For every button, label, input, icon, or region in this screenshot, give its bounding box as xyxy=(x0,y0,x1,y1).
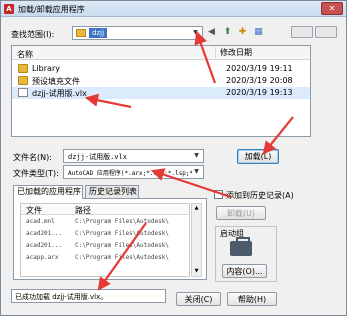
filename-value: dzjj-试用版.vlx xyxy=(68,153,127,161)
table-row[interactable]: acad.mnl C:\Program Files\Autodesk\ xyxy=(21,216,189,228)
status-field: 已成功加载 dzjj-试用版.vlx。 xyxy=(11,289,166,303)
close-button[interactable]: 关闭(C) xyxy=(176,292,221,306)
status-text: 已成功加载 dzjj-试用版.vlx。 xyxy=(15,293,108,301)
window-close-button[interactable]: ✕ xyxy=(321,2,343,15)
chevron-down-icon[interactable]: ▼ xyxy=(191,151,202,161)
app-path: C:\Program Files\Autodesk\ xyxy=(75,230,169,237)
loaded-apps-table[interactable]: 文件 路径 acad.mnl C:\Program Files\Autodesk… xyxy=(20,203,190,277)
apps-table-header: 文件 路径 xyxy=(21,204,189,215)
apps-scrollbar[interactable]: ▲ ▼ xyxy=(191,203,202,277)
col-date-header[interactable]: 修改日期 xyxy=(215,47,252,58)
folder-icon xyxy=(18,76,28,85)
filetype-label: 文件类型(T): xyxy=(13,169,59,178)
col-path-header[interactable]: 路径 xyxy=(75,205,91,216)
filetype-value: AutoCAD 应用程序(*.arx;*.crx;*.lsp;* xyxy=(68,170,192,177)
folder-icon xyxy=(18,64,28,73)
vlx-file-icon xyxy=(18,88,28,97)
filetype-select[interactable]: AutoCAD 应用程序(*.arx;*.crx;*.lsp;* ▼ xyxy=(63,165,204,179)
table-row[interactable]: acad201... C:\Program Files\Autodesk\ xyxy=(21,240,189,252)
load-unload-dialog: A 加载/卸载应用程序 ✕ 查找范围(I): dzjj ▼ ◀ ⬆ ✚ ▦ 名称… xyxy=(0,0,347,316)
back-icon[interactable]: ◀ xyxy=(205,26,218,39)
app-file: acad.mnl xyxy=(26,218,55,225)
file-list[interactable]: 名称 修改日期 Library 2020/3/19 19:11 预设填充文件 2… xyxy=(11,45,311,137)
scroll-down-icon[interactable]: ▼ xyxy=(192,267,201,276)
new-folder-icon[interactable]: ✚ xyxy=(236,26,249,39)
file-date: 2020/3/19 20:08 xyxy=(226,76,293,85)
up-folder-icon[interactable]: ⬆ xyxy=(221,26,234,39)
view-menu-icon[interactable]: ▦ xyxy=(252,26,265,39)
window-title: 加载/卸载应用程序 xyxy=(18,5,85,14)
lookin-label: 查找范围(I): xyxy=(11,30,55,39)
file-name: Library xyxy=(32,64,60,73)
file-name: 预设填充文件 xyxy=(32,77,80,86)
chevron-down-icon[interactable]: ▼ xyxy=(191,167,202,177)
briefcase-icon xyxy=(230,237,252,256)
lookin-combo[interactable]: dzjj ▼ xyxy=(72,26,203,40)
filename-input[interactable]: dzjj-试用版.vlx ▼ xyxy=(63,149,204,163)
filename-label: 文件名(N): xyxy=(13,153,52,162)
list-item-selected[interactable]: dzjj-试用版.vlx 2020/3/19 19:13 xyxy=(12,87,310,99)
tools-button[interactable] xyxy=(291,26,313,38)
table-row[interactable]: acad201... C:\Program Files\Autodesk\ xyxy=(21,228,189,240)
app-file: acad201... xyxy=(26,230,63,237)
load-button[interactable]: 加载(L) xyxy=(237,149,279,164)
app-file: acad201... xyxy=(26,242,63,249)
scroll-up-icon[interactable]: ▲ xyxy=(192,204,201,213)
col-file-header[interactable]: 文件 xyxy=(26,205,42,216)
unload-button[interactable]: 卸载(U) xyxy=(216,206,266,220)
add-history-label: 添加到历史记录(A) xyxy=(226,191,294,200)
file-date: 2020/3/19 19:13 xyxy=(226,88,293,97)
app-path: C:\Program Files\Autodesk\ xyxy=(75,218,169,225)
loaded-apps-panel: 文件 路径 acad.mnl C:\Program Files\Autodesk… xyxy=(13,198,207,280)
table-row[interactable]: acapp.arx C:\Program Files\Autodesk\ xyxy=(21,252,189,264)
folder-icon xyxy=(76,29,86,37)
app-path: C:\Program Files\Autodesk\ xyxy=(75,254,169,261)
col-name-header[interactable]: 名称 xyxy=(17,49,33,60)
app-path: C:\Program Files\Autodesk\ xyxy=(75,242,169,249)
contents-button[interactable]: 内容(O)... xyxy=(222,264,267,278)
file-list-header: 名称 修改日期 xyxy=(12,46,310,60)
autocad-app-icon: A xyxy=(4,4,14,14)
file-date: 2020/3/19 19:11 xyxy=(226,64,293,73)
options-button[interactable] xyxy=(315,26,337,38)
title-bar: A 加载/卸载应用程序 ✕ xyxy=(1,1,346,17)
app-file: acapp.arx xyxy=(26,254,59,261)
lookin-value: dzjj xyxy=(89,28,108,38)
tab-loaded-applications[interactable]: 已加载的应用程序 xyxy=(13,185,83,199)
list-item[interactable]: 预设填充文件 2020/3/19 20:08 xyxy=(12,75,310,87)
help-button[interactable]: 帮助(H) xyxy=(227,292,277,306)
file-name: dzjj-试用版.vlx xyxy=(32,89,87,98)
tab-history-list[interactable]: 历史记录列表 xyxy=(85,185,139,198)
chevron-down-icon[interactable]: ▼ xyxy=(190,28,201,38)
list-item[interactable]: Library 2020/3/19 19:11 xyxy=(12,63,310,75)
add-history-checkbox[interactable] xyxy=(214,190,223,199)
